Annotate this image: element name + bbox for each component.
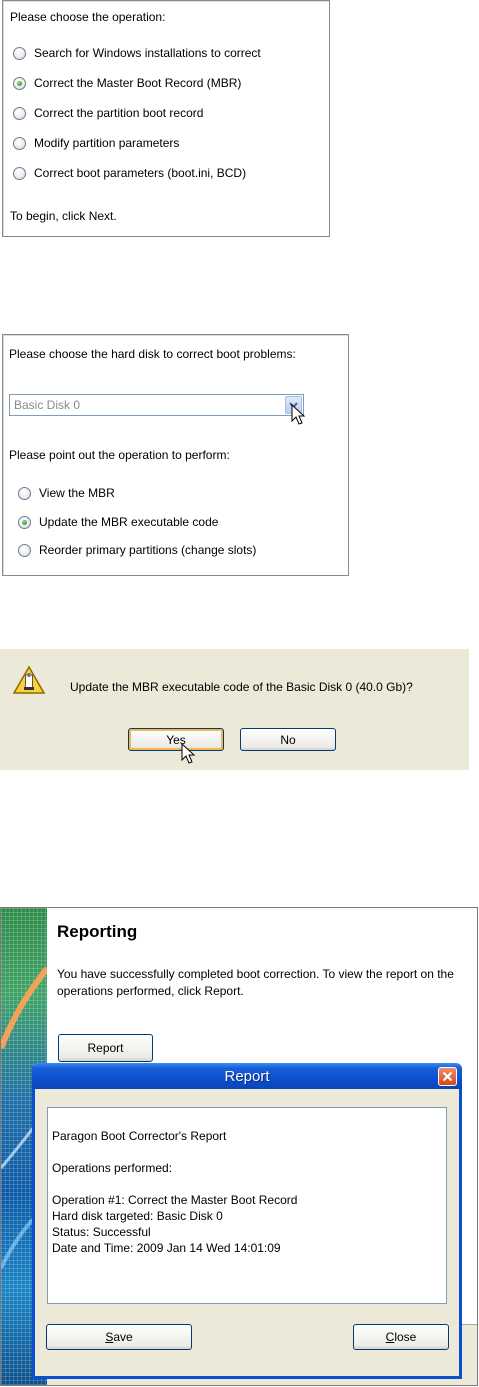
- disk-heading: Please choose the hard disk to correct b…: [9, 347, 296, 361]
- no-button-label: No: [280, 732, 296, 747]
- report-dialog: Report Paragon Boot Corrector's Report Op…: [32, 1063, 462, 1379]
- close-button[interactable]: Close: [353, 1324, 449, 1350]
- radio-button-icon[interactable]: [18, 543, 31, 557]
- radio-label: Update the MBR executable code: [39, 515, 219, 529]
- disk-select-value: Basic Disk 0: [14, 398, 81, 412]
- report-line: Date and Time: 2009 Jan 14 Wed 14:01:09: [52, 1241, 281, 1255]
- close-icon: [442, 1071, 453, 1082]
- radio-label: Search for Windows installations to corr…: [34, 46, 261, 60]
- radio-update-mbr[interactable]: Update the MBR executable code: [18, 515, 218, 529]
- yes-button[interactable]: Yes: [128, 728, 224, 751]
- operation-panel: Please choose the operation: Search for …: [2, 0, 330, 237]
- radio-correct-boot-params[interactable]: Correct boot parameters (boot.ini, BCD): [13, 166, 246, 180]
- operation-heading: Please choose the operation:: [10, 10, 166, 24]
- radio-button-icon[interactable]: [13, 46, 26, 60]
- mouse-pointer-icon: [291, 404, 306, 425]
- radio-button-icon[interactable]: [18, 486, 31, 500]
- reporting-description: You have successfully completed boot cor…: [57, 967, 454, 998]
- radio-correct-mbr[interactable]: Correct the Master Boot Record (MBR): [13, 76, 241, 90]
- report-line: Operation #1: Correct the Master Boot Re…: [52, 1193, 298, 1207]
- report-textarea[interactable]: Paragon Boot Corrector's Report Operation…: [47, 1107, 447, 1304]
- no-button[interactable]: No: [240, 728, 336, 751]
- operation-footer: To begin, click Next.: [10, 209, 117, 223]
- report-dialog-titlebar[interactable]: Report: [32, 1063, 462, 1089]
- report-line: Hard disk targeted: Basic Disk 0: [52, 1209, 223, 1223]
- reporting-window: Reporting You have successfully complete…: [0, 907, 478, 1386]
- radio-label: Correct boot parameters (boot.ini, BCD): [34, 166, 247, 180]
- radio-button-icon[interactable]: [13, 136, 26, 150]
- save-button[interactable]: Save: [46, 1324, 192, 1350]
- radio-button-icon[interactable]: [13, 106, 26, 120]
- close-button-label: Close: [385, 1330, 417, 1344]
- radio-label: Reorder primary partitions (change slots…: [39, 543, 257, 557]
- report-line: [52, 1176, 442, 1192]
- report-line: Paragon Boot Corrector's Report: [52, 1129, 227, 1143]
- confirm-dialog: Update the MBR executable code of the Ba…: [0, 649, 469, 770]
- radio-correct-partition-boot[interactable]: Correct the partition boot record: [13, 106, 203, 120]
- radio-label: Correct the partition boot record: [34, 106, 204, 120]
- radio-button-checked-icon[interactable]: [13, 76, 26, 90]
- reporting-title: Reporting: [57, 922, 138, 941]
- disk-select[interactable]: Basic Disk 0: [9, 394, 304, 416]
- radio-button-checked-icon[interactable]: [18, 515, 31, 529]
- report-button-label: Report: [87, 1041, 124, 1055]
- warning-icon: [12, 665, 46, 694]
- mouse-pointer-icon: [181, 743, 196, 764]
- report-line: Operations performed:: [52, 1161, 173, 1175]
- save-button-label: Save: [105, 1330, 133, 1344]
- radio-label: Modify partition parameters: [34, 136, 180, 150]
- report-line: [52, 1144, 442, 1160]
- operation-subheading: Please point out the operation to perfor…: [9, 448, 230, 462]
- close-window-button[interactable]: [438, 1067, 457, 1086]
- report-line: Status: Successful: [52, 1225, 151, 1239]
- radio-search-windows[interactable]: Search for Windows installations to corr…: [13, 46, 261, 60]
- report-button[interactable]: Report: [58, 1034, 153, 1062]
- radio-button-icon[interactable]: [13, 166, 26, 180]
- radio-label: View the MBR: [39, 486, 115, 500]
- disk-panel: Please choose the hard disk to correct b…: [2, 334, 349, 576]
- confirm-message: Update the MBR executable code of the Ba…: [70, 680, 413, 694]
- radio-view-mbr[interactable]: View the MBR: [18, 486, 115, 500]
- radio-label: Correct the Master Boot Record (MBR): [34, 76, 242, 90]
- radio-modify-partition[interactable]: Modify partition parameters: [13, 136, 179, 150]
- report-dialog-title: Report: [224, 1068, 270, 1085]
- radio-reorder-partitions[interactable]: Reorder primary partitions (change slots…: [18, 543, 256, 557]
